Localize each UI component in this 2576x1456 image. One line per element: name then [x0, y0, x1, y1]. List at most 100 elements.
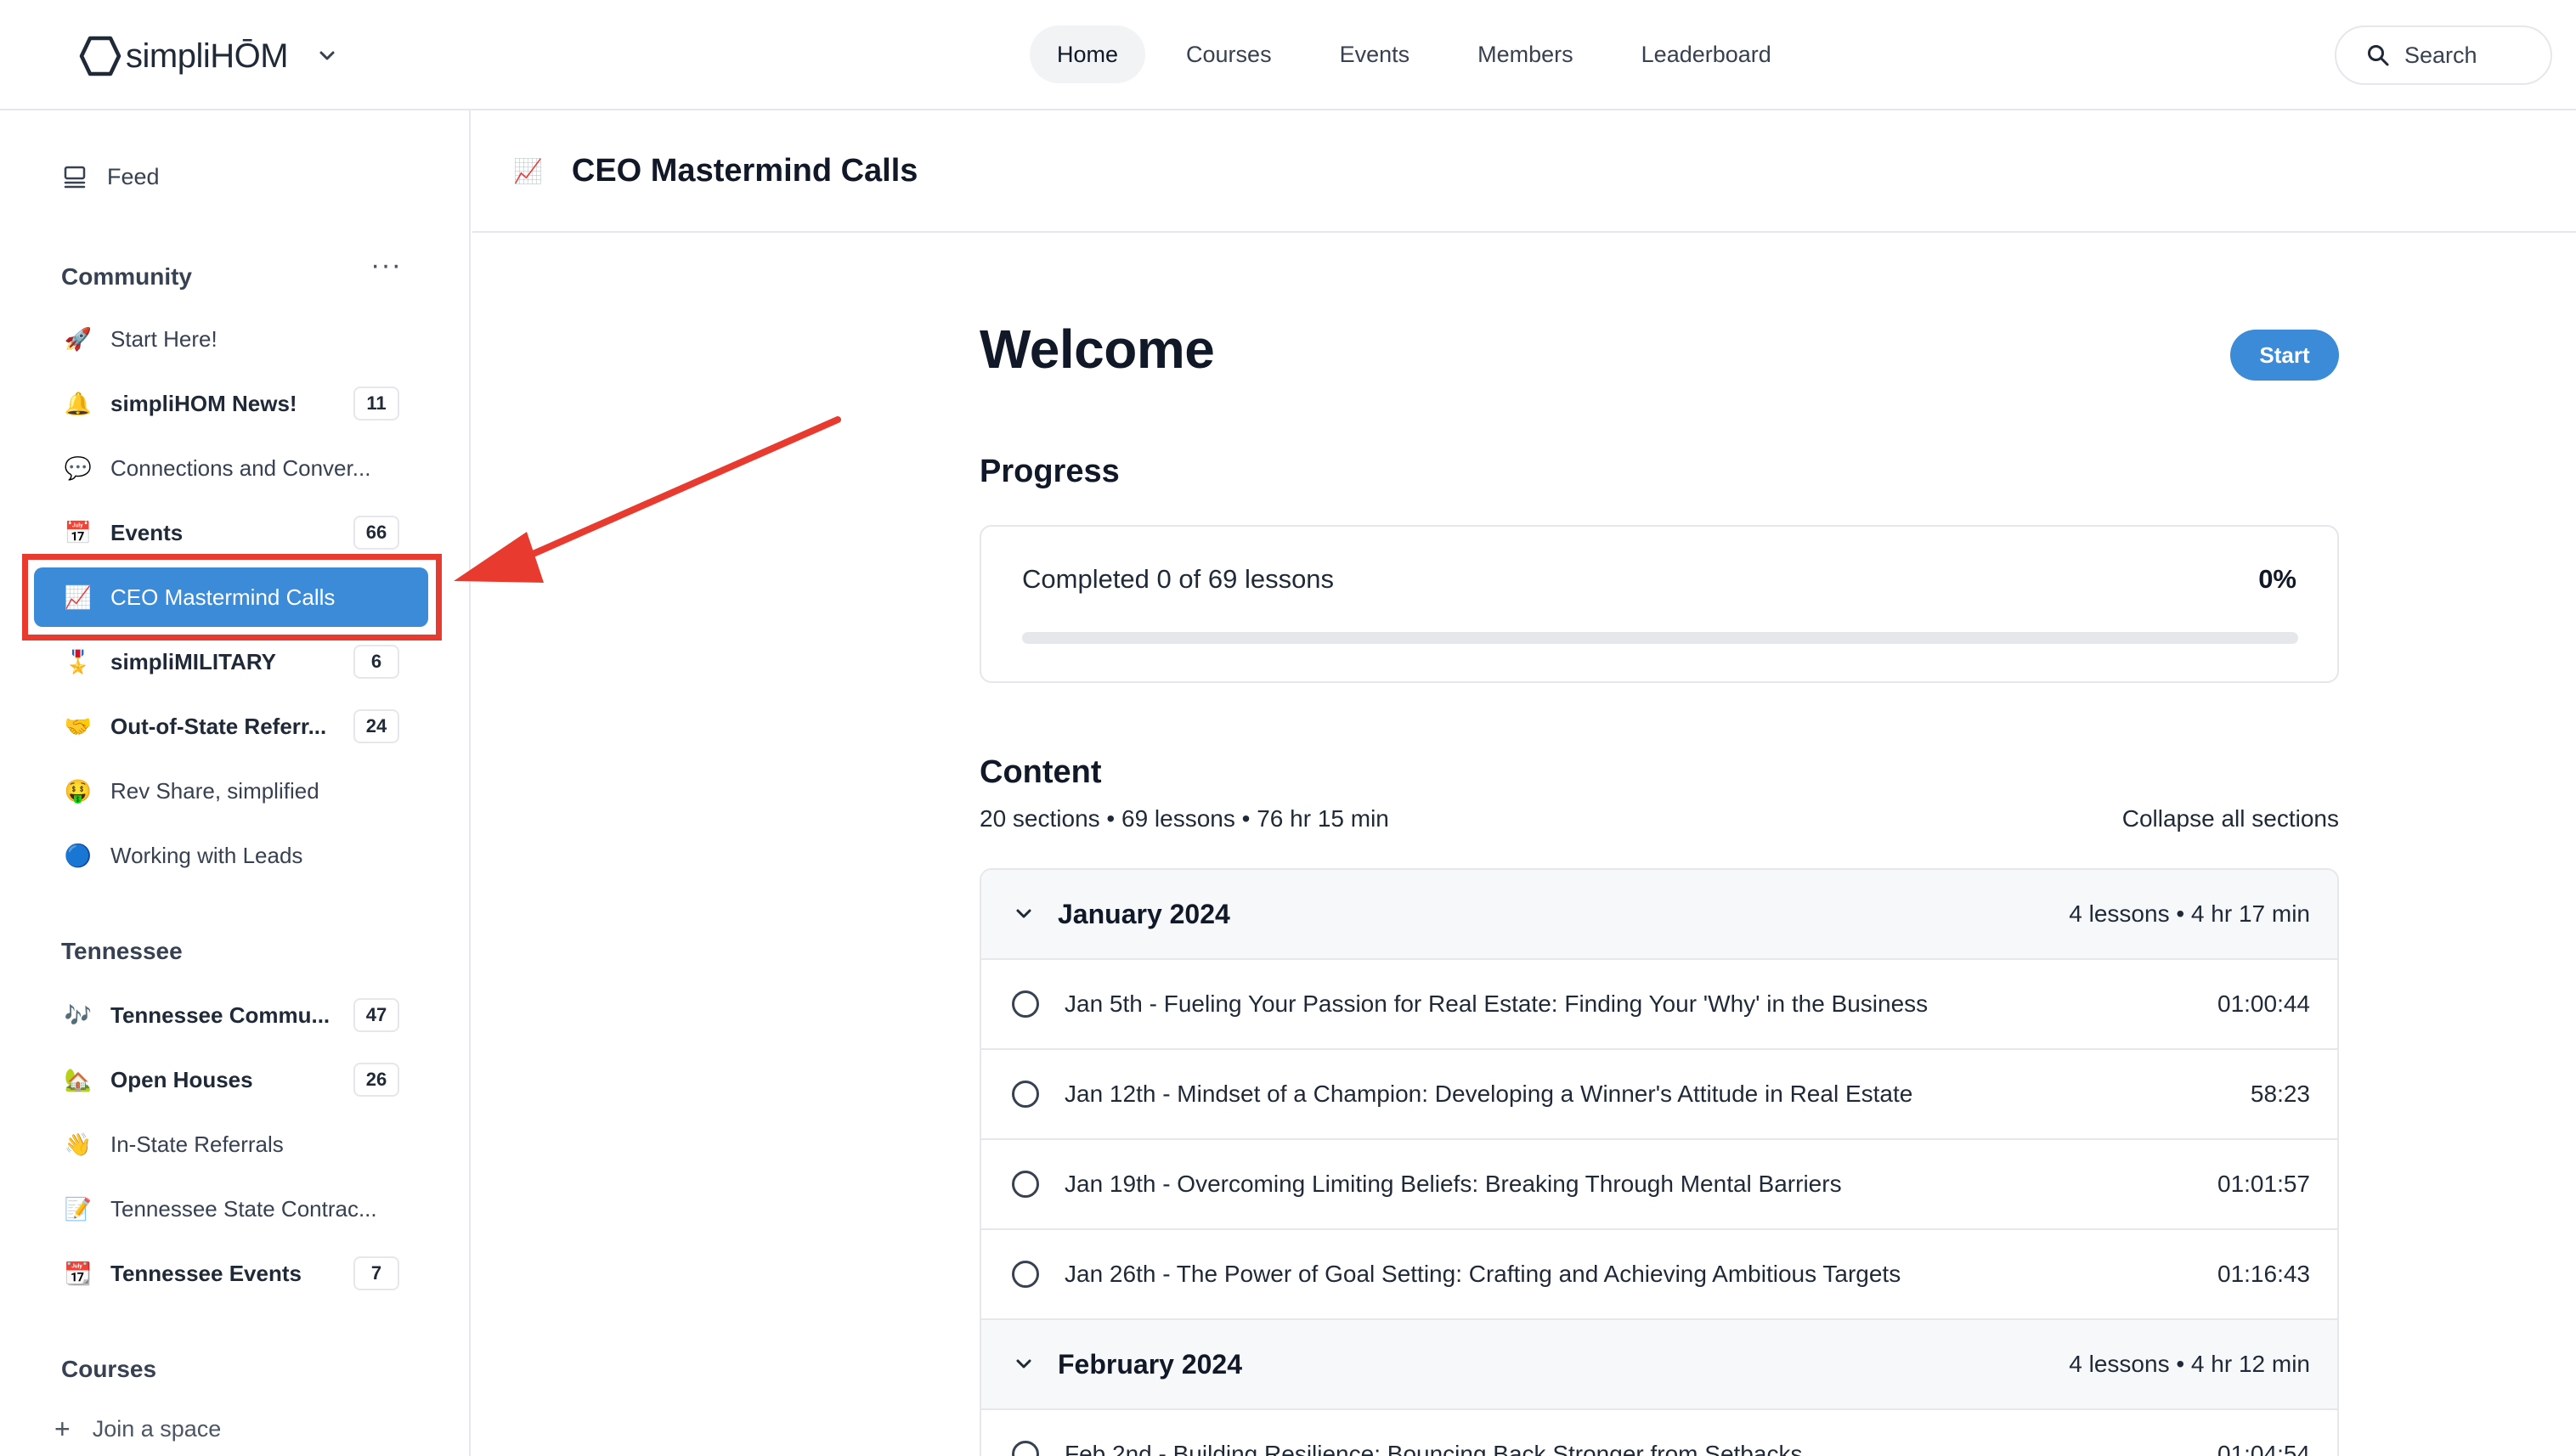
community-heading: Community: [61, 263, 192, 290]
section-meta: 4 lessons • 4 hr 12 min: [2069, 1351, 2310, 1377]
sidebar-item-label: Connections and Conver...: [110, 454, 371, 481]
brand-name: simpliHŌM: [126, 37, 289, 75]
lesson-incomplete-circle-icon[interactable]: [1012, 1171, 1039, 1198]
sidebar-item-out-of-state-referrals[interactable]: 🤝 Out-of-State Referr... 24: [34, 697, 428, 756]
lesson-incomplete-circle-icon[interactable]: [1012, 990, 1039, 1018]
sidebar-item-tennessee-community[interactable]: 🎶 Tennessee Commu... 47: [34, 985, 428, 1045]
collapse-all-sections-button[interactable]: Collapse all sections: [2122, 805, 2339, 832]
lesson-row[interactable]: Jan 5th - Fueling Your Passion for Real …: [981, 960, 2337, 1050]
handshake-icon: 🤝: [64, 713, 93, 739]
lesson-title: Jan 12th - Mindset of a Champion: Develo…: [1065, 1081, 1913, 1107]
sidebar-item-label: simpliMILITARY: [110, 648, 276, 674]
unread-count-badge: 24: [353, 709, 399, 743]
annotation-arrow-icon: [454, 416, 841, 583]
progress-bar: [1022, 632, 2298, 644]
sidebar-item-label: Working with Leads: [110, 842, 303, 868]
lesson-duration: 01:01:57: [2217, 1171, 2310, 1197]
sidebar-item-tennessee-state-contracts[interactable]: 📝 Tennessee State Contrac...: [34, 1179, 428, 1239]
sidebar-item-working-with-leads[interactable]: 🔵 Working with Leads: [34, 826, 428, 885]
join-space-label: Join a space: [92, 1416, 222, 1442]
bell-icon: 🔔: [64, 390, 93, 416]
sidebar-item-feed[interactable]: Feed: [61, 163, 160, 190]
content-summary: 20 sections • 69 lessons • 76 hr 15 min: [980, 805, 1389, 832]
nav-leaderboard[interactable]: Leaderboard: [1614, 25, 1799, 83]
nav-events[interactable]: Events: [1313, 25, 1438, 83]
page-title: CEO Mastermind Calls: [571, 152, 918, 189]
unread-count-badge: 7: [353, 1256, 399, 1290]
chevron-down-icon: [1016, 1359, 1031, 1369]
sidebar-item-in-state-referrals[interactable]: 👋 In-State Referrals: [34, 1115, 428, 1174]
top-bar: simpliHŌM Home Courses Events Members Le…: [0, 0, 2576, 110]
lesson-incomplete-circle-icon[interactable]: [1012, 1261, 1039, 1288]
section-meta: 4 lessons • 4 hr 17 min: [2069, 900, 2310, 927]
sidebar-item-open-houses[interactable]: 🏡 Open Houses 26: [34, 1050, 428, 1109]
progress-percentage: 0%: [2258, 564, 2296, 594]
unread-count-badge: 26: [353, 1063, 399, 1097]
nav-members[interactable]: Members: [1450, 25, 1601, 83]
calendar-icon: 📆: [64, 1260, 93, 1286]
lesson-duration: 01:04:54: [2217, 1441, 2310, 1456]
sidebar-item-label: simpliHOM News!: [110, 390, 297, 416]
plus-icon: +: [54, 1414, 71, 1444]
more-options-icon[interactable]: ···: [370, 251, 402, 279]
lesson-row[interactable]: Jan 19th - Overcoming Limiting Beliefs: …: [981, 1140, 2337, 1230]
section-header-february-2024[interactable]: February 2024 4 lessons • 4 hr 12 min: [981, 1320, 2337, 1410]
memo-icon: 📝: [64, 1195, 93, 1222]
content-heading: Content: [980, 754, 1102, 790]
progress-card: Completed 0 of 69 lessons 0%: [980, 525, 2339, 683]
sidebar-item-label: Start Here!: [110, 325, 217, 352]
section-header-january-2024[interactable]: January 2024 4 lessons • 4 hr 17 min: [981, 870, 2337, 960]
sidebar-item-connections[interactable]: 💬 Connections and Conver...: [34, 438, 428, 498]
musical-notes-icon: 🎶: [64, 1002, 93, 1028]
sidebar-item-label: In-State Referrals: [110, 1131, 284, 1157]
chart-increasing-icon: 📈: [513, 157, 543, 184]
nav-home[interactable]: Home: [1030, 25, 1146, 83]
brand-logo[interactable]: simpliHŌM: [76, 32, 289, 80]
welcome-heading: Welcome: [980, 319, 1215, 380]
chevron-down-icon[interactable]: [314, 42, 340, 68]
sidebar-item-tennessee-events[interactable]: 📆 Tennessee Events 7: [34, 1244, 428, 1303]
sidebar-item-label: Tennessee Events: [110, 1260, 302, 1286]
hexagon-logo-icon: [79, 36, 121, 76]
nav-courses[interactable]: Courses: [1159, 25, 1299, 83]
military-medal-icon: 🎖️: [64, 648, 93, 674]
sidebar: Feed Community ··· 🚀 Start Here! 🔔 simpl…: [0, 110, 471, 1456]
sidebar-item-simplihom-news[interactable]: 🔔 simpliHOM News! 11: [34, 374, 428, 433]
lesson-incomplete-circle-icon[interactable]: [1012, 1081, 1039, 1108]
course-sections: January 2024 4 lessons • 4 hr 17 min Jan…: [980, 868, 2339, 1456]
feed-icon: [64, 166, 86, 189]
waving-hand-icon: 👋: [64, 1131, 93, 1157]
search-button[interactable]: Search: [2335, 25, 2552, 85]
sidebar-item-simplimilitary[interactable]: 🎖️ simpliMILITARY 6: [34, 632, 428, 691]
sidebar-item-label: Open Houses: [110, 1066, 253, 1092]
main-nav: Home Courses Events Members Leaderboard: [1030, 25, 1812, 83]
lesson-title: Jan 5th - Fueling Your Passion for Real …: [1065, 990, 1929, 1017]
sidebar-item-label: Tennessee State Contrac...: [110, 1195, 377, 1222]
search-label: Search: [2404, 42, 2477, 68]
chevron-down-icon: [1016, 909, 1031, 918]
sidebar-item-label: Events: [110, 519, 184, 545]
join-space-button[interactable]: + Join a space: [54, 1414, 221, 1445]
lesson-row[interactable]: Jan 26th - The Power of Goal Setting: Cr…: [981, 1230, 2337, 1320]
search-icon: [2368, 45, 2389, 66]
lesson-row[interactable]: Jan 12th - Mindset of a Champion: Develo…: [981, 1050, 2337, 1140]
unread-count-badge: 66: [353, 516, 399, 550]
money-face-icon: 🤑: [64, 777, 93, 804]
sidebar-item-rev-share[interactable]: 🤑 Rev Share, simplified: [34, 761, 428, 821]
sidebar-item-start-here[interactable]: 🚀 Start Here!: [34, 309, 428, 369]
lesson-incomplete-circle-icon[interactable]: [1012, 1441, 1039, 1456]
house-icon: 🏡: [64, 1066, 93, 1092]
lesson-duration: 01:16:43: [2217, 1261, 2310, 1287]
lesson-title: Feb 2nd - Building Resilience: Bouncing …: [1065, 1441, 1803, 1456]
tennessee-heading: Tennessee: [61, 938, 183, 964]
progress-heading: Progress: [980, 454, 1120, 489]
unread-count-badge: 47: [353, 998, 399, 1032]
sidebar-item-label: Feed: [107, 163, 160, 189]
unread-count-badge: 6: [353, 645, 399, 679]
lesson-row[interactable]: Feb 2nd - Building Resilience: Bouncing …: [981, 1410, 2337, 1456]
lesson-duration: 58:23: [2250, 1081, 2310, 1107]
unread-count-badge: 11: [353, 387, 399, 420]
start-button[interactable]: Start: [2230, 330, 2339, 381]
progress-text: Completed 0 of 69 lessons: [1022, 564, 1335, 594]
lesson-duration: 01:00:44: [2217, 990, 2310, 1017]
